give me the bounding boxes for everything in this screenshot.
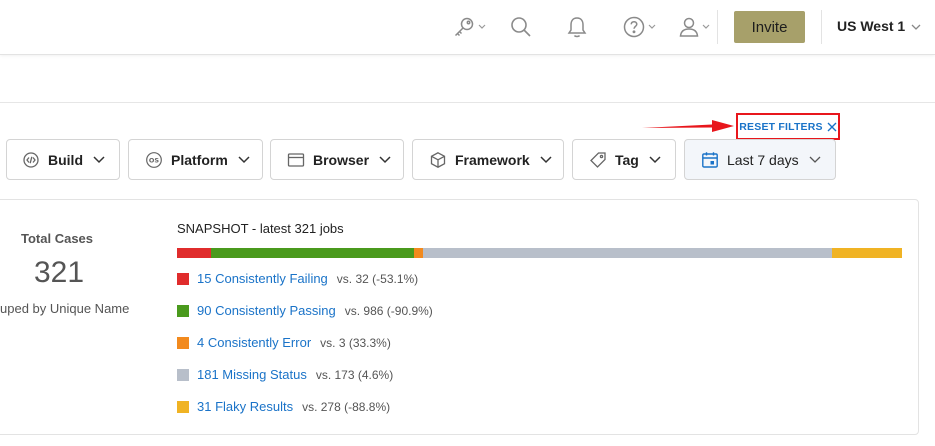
build-icon <box>22 151 40 169</box>
filter-label: Platform <box>171 151 228 168</box>
legend-comparison: vs. 986 (-90.9%) <box>344 303 433 318</box>
legend-swatch <box>177 400 189 413</box>
key-icon <box>452 15 476 39</box>
tag-icon <box>589 151 607 169</box>
legend-comparison: vs. 278 (-88.8%) <box>302 399 391 414</box>
notifications-button[interactable] <box>566 14 588 40</box>
legend-comparison: vs. 3 (33.3%) <box>320 335 391 350</box>
chevron-down-icon <box>702 24 710 30</box>
key-menu[interactable] <box>452 14 486 40</box>
search-button[interactable] <box>509 14 533 40</box>
reset-filters-button[interactable]: RESET FILTERS <box>736 113 840 140</box>
section-divider <box>0 102 935 103</box>
chevron-down-icon <box>905 18 921 34</box>
chevron-down-icon <box>648 24 656 30</box>
help-menu[interactable] <box>622 14 656 40</box>
legend-item: 90 Consistently Passing vs. 986 (-90.9%) <box>177 303 433 318</box>
chevron-down-icon <box>478 24 486 30</box>
snapshot-title: SNAPSHOT - latest 321 jobs <box>177 221 344 236</box>
filter-label: Browser <box>313 151 370 168</box>
legend-comparison: vs. 173 (4.6%) <box>315 367 394 382</box>
user-menu[interactable] <box>678 14 710 40</box>
chevron-down-icon <box>93 155 105 164</box>
summary-card <box>0 199 919 435</box>
bar-segment <box>831 248 902 258</box>
invite-button[interactable]: Invite <box>734 11 805 43</box>
snapshot-stacked-bar <box>177 248 902 258</box>
legend-link[interactable]: 181 Missing Status <box>197 367 307 382</box>
chevron-down-icon <box>649 155 661 164</box>
bar-segment <box>423 248 832 258</box>
bar-segment <box>177 248 211 258</box>
legend-swatch <box>177 336 189 349</box>
region-label: US West 1 <box>837 18 906 34</box>
svg-text:OS: OS <box>149 156 160 164</box>
search-icon <box>509 15 533 39</box>
filter-build[interactable]: Build <box>6 139 120 180</box>
filter-framework[interactable]: Framework <box>412 139 564 180</box>
legend-link[interactable]: 4 Consistently Error <box>197 335 311 350</box>
legend-item: 15 Consistently Failing vs. 32 (-53.1%) <box>177 271 418 286</box>
filter-label: Tag <box>615 151 639 168</box>
legend-link[interactable]: 90 Consistently Passing <box>197 303 336 318</box>
annotation-arrow-icon <box>642 120 734 132</box>
filter-label: Last 7 days <box>727 151 799 168</box>
reset-filters-label: RESET FILTERS <box>739 120 823 133</box>
legend-item: 4 Consistently Error vs. 3 (33.3%) <box>177 335 391 350</box>
date-range-selector[interactable]: Last 7 days <box>684 139 836 180</box>
total-cases-subtitle: uped by Unique Name <box>0 301 130 316</box>
legend-link[interactable]: 31 Flaky Results <box>197 399 293 414</box>
close-icon <box>827 122 837 132</box>
help-icon <box>622 15 646 39</box>
bar-segment <box>414 248 424 258</box>
legend-swatch <box>177 304 189 317</box>
separator <box>821 10 822 44</box>
chevron-down-icon <box>379 155 391 164</box>
total-cases-title: Total Cases <box>21 231 94 246</box>
legend-comparison: vs. 32 (-53.1%) <box>336 271 419 286</box>
calendar-icon <box>701 151 719 169</box>
filter-tag[interactable]: Tag <box>572 139 676 180</box>
region-selector[interactable]: US West 1 <box>837 18 921 34</box>
legend-link[interactable]: 15 Consistently Failing <box>197 271 328 286</box>
legend-swatch <box>177 368 189 381</box>
filter-label: Framework <box>455 151 530 168</box>
chevron-down-icon <box>540 155 552 164</box>
filter-browser[interactable]: Browser <box>270 139 404 180</box>
user-icon <box>678 15 700 39</box>
filter-label: Build <box>48 151 83 168</box>
os-icon: OS <box>145 151 163 169</box>
total-cases-value: 321 <box>34 256 85 289</box>
top-bar: Invite US West 1 <box>0 0 935 55</box>
bar-segment <box>210 248 415 258</box>
cube-icon <box>429 151 447 169</box>
separator <box>717 10 718 44</box>
legend-item: 31 Flaky Results vs. 278 (-88.8%) <box>177 399 390 414</box>
bell-icon <box>566 15 588 39</box>
chevron-down-icon <box>809 156 821 164</box>
filter-platform[interactable]: OS Platform <box>128 139 263 180</box>
browser-window-icon <box>287 152 305 168</box>
chevron-down-icon <box>238 155 250 164</box>
legend-swatch <box>177 272 189 285</box>
legend-item: 181 Missing Status vs. 173 (4.6%) <box>177 367 393 382</box>
